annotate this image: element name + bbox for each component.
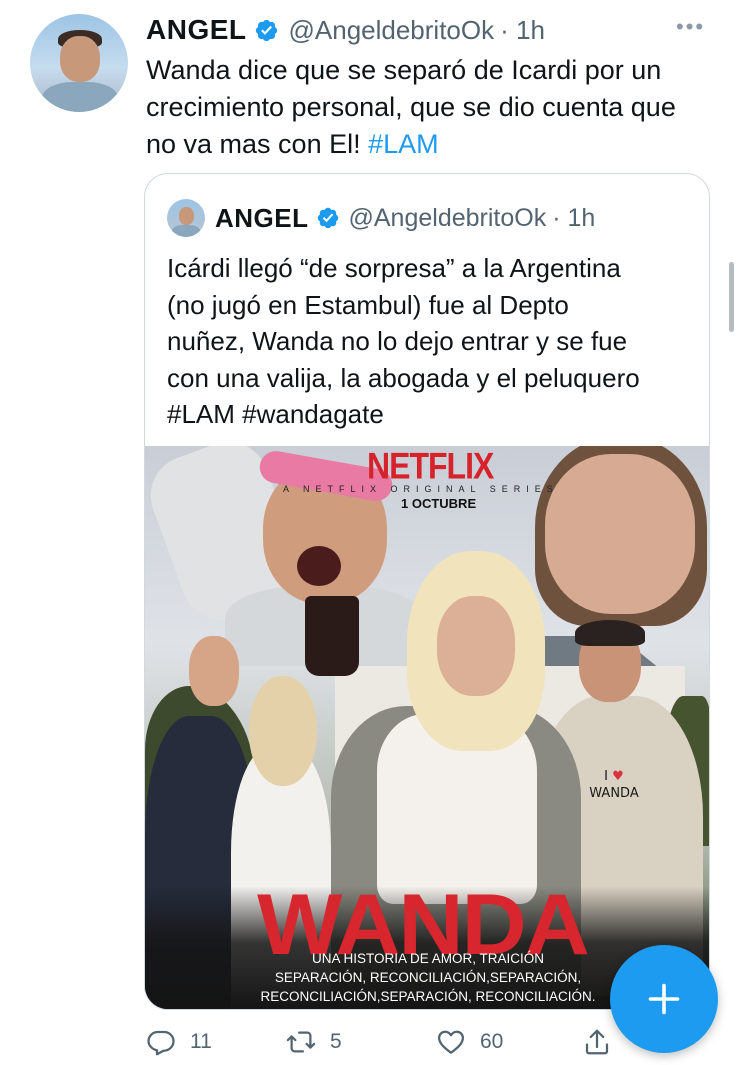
reply-count: 11	[190, 1030, 212, 1053]
retweet-icon	[286, 1031, 316, 1053]
share-icon	[585, 1029, 609, 1055]
quoted-author-handle: @AngeldebritoOk	[348, 203, 547, 232]
quoted-tweet-text: Icárdi llegó “de sorpresa” a la Argentin…	[167, 250, 697, 433]
poster-date: 1 OCTUBRE	[401, 496, 477, 511]
tweet-text-line: Wanda dice que se separó de Icardi por u…	[146, 55, 662, 85]
tweet-actions-bar: 11 5 60	[146, 1022, 626, 1062]
tweet-text: Wanda dice que se separó de Icardi por u…	[146, 52, 726, 163]
hashtag-link[interactable]: #LAM	[368, 129, 439, 159]
scrollbar-thumb[interactable]	[729, 262, 734, 332]
verified-badge-icon	[255, 19, 277, 41]
poster-woman-face	[545, 454, 695, 614]
quoted-tweet-header: ANGEL @AngeldebritoOk · 1h	[167, 198, 595, 238]
share-button[interactable]	[582, 1022, 612, 1062]
quoted-avatar-face	[179, 207, 194, 225]
author-handle[interactable]: @AngeldebritoOk	[289, 15, 495, 46]
heart-icon: ♥	[612, 769, 624, 784]
author-name[interactable]: ANGEL	[146, 14, 247, 46]
tweet-header: ANGEL @AngeldebritoOk · 1h	[146, 10, 545, 50]
quoted-text-line: (no jugó en Estambul) fue al Depto	[167, 289, 569, 320]
quoted-avatar-shirt	[172, 225, 200, 237]
poster-blonde-hair	[249, 676, 317, 786]
quoted-text-line: nuñez, Wanda no lo dejo entrar y se fue	[167, 326, 628, 356]
poster-jacket-label-wanda: WANDA	[589, 786, 639, 801]
poster-fan-mouth	[297, 546, 341, 586]
poster-jacket-man-hair	[575, 620, 645, 646]
verified-badge-icon	[317, 207, 338, 229]
avatar-shirt	[42, 82, 118, 112]
avatar-face	[60, 36, 100, 82]
quoted-author-name: ANGEL	[215, 202, 309, 233]
like-count: 60	[480, 1030, 504, 1053]
poster-cup	[305, 596, 359, 676]
poster-brand: NETFLIX	[367, 446, 494, 487]
poster-man-head	[189, 636, 239, 706]
quoted-tweet-time: · 1h	[552, 203, 596, 232]
more-horizontal-icon[interactable]: •••	[676, 14, 705, 40]
poster-jacket-label-i: I	[604, 769, 609, 784]
poster-series-label: A NETFLIX ORIGINAL SERIES	[283, 484, 559, 494]
like-button[interactable]: 60	[436, 1022, 503, 1062]
tweet-time[interactable]: · 1h	[500, 15, 545, 46]
quoted-author-avatar	[167, 199, 205, 237]
poster-wanda-face	[437, 596, 515, 696]
quoted-text-line: con una valija, la abogada y el peluquer…	[167, 362, 640, 393]
tweet-text-segment: no va mas con El!	[146, 129, 369, 159]
poster-tagline-line: UNA HISTORIA DE AMOR, TRAICIÓN	[311, 951, 545, 966]
compose-tweet-button[interactable]	[610, 945, 718, 1053]
heart-outline-icon	[438, 1030, 464, 1054]
quoted-tweet-card[interactable]: ANGEL @AngeldebritoOk · 1h Icárdi llegó …	[144, 173, 710, 1010]
tweet-text-line: no va mas con El! #LAM	[146, 126, 726, 163]
quoted-text-line: #LAM #wandagate	[167, 399, 384, 429]
plus-icon	[648, 983, 680, 1015]
poster-tagline-line: RECONCILIACIÓN,SEPARACIÓN, RECONCILIACIÓ…	[260, 989, 596, 1004]
poster-tagline-line: SEPARACIÓN, RECONCILIACIÓN,SEPARACIÓN,	[274, 970, 582, 985]
poster-tagline: UNA HISTORIA DE AMOR, TRAICIÓN SEPARACIÓ…	[245, 949, 611, 1006]
retweet-count: 5	[330, 1030, 342, 1053]
reply-button[interactable]: 11	[146, 1022, 212, 1062]
poster-jacket-label: I ♥ WANDA	[579, 768, 649, 810]
reply-icon	[147, 1030, 175, 1056]
quoted-text-line: Icárdi llegó “de sorpresa” a la Argentin…	[167, 253, 621, 283]
tweet-text-line: crecimiento personal, que se dio cuenta …	[146, 92, 676, 122]
author-avatar[interactable]	[30, 14, 128, 112]
poster-image[interactable]: NETFLIX A NETFLIX ORIGINAL SERIES 1 OCTU…	[145, 446, 709, 1009]
retweet-button[interactable]: 5	[286, 1022, 342, 1062]
